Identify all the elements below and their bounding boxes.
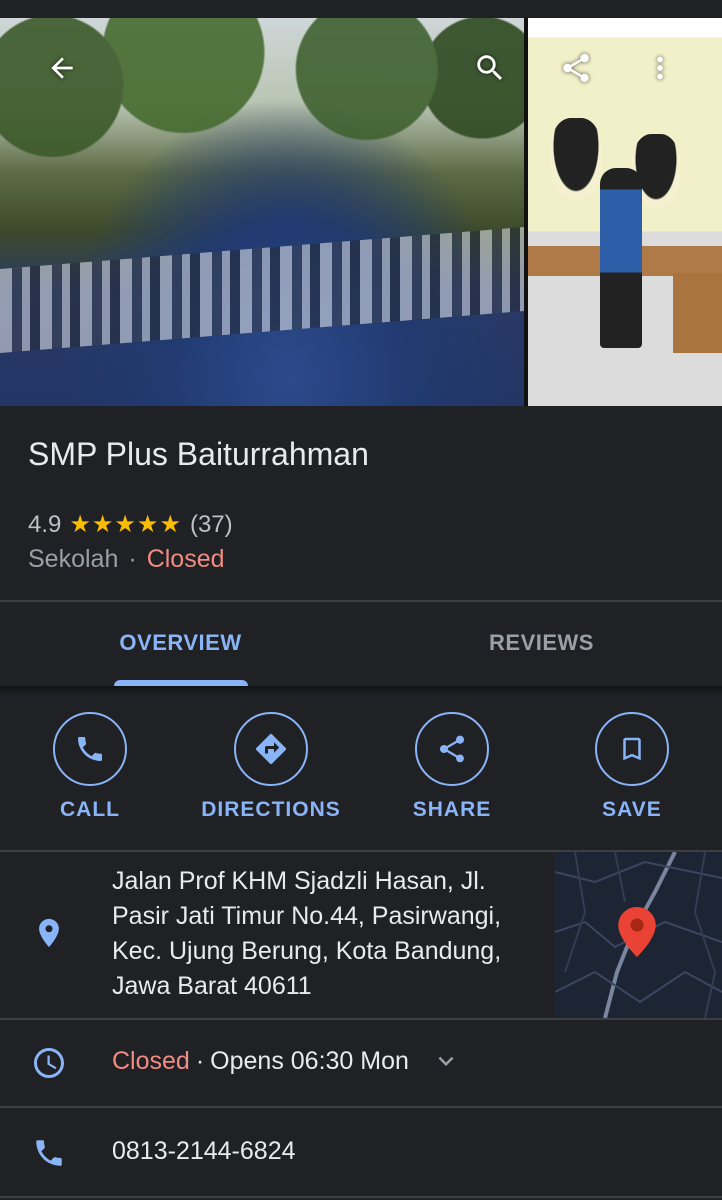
tab-bar: OVERVIEW REVIEWS [0,600,722,686]
more-vert-icon [657,56,663,80]
map-marker-icon [618,907,656,957]
open-status: Closed [146,545,225,573]
rating-value: 4.9 [28,510,62,538]
category-row: Sekolah · Closed [28,545,225,574]
separator-dot: · [128,545,137,573]
map-thumbnail[interactable] [555,852,722,1018]
place-category: Sekolah [28,545,119,573]
photo-trees [0,18,524,188]
more-options-button[interactable] [640,48,680,88]
photo-person [600,168,642,348]
photo-desk [673,273,722,353]
save-label: SAVE [602,798,662,821]
directions-button[interactable]: DIRECTIONS [181,712,361,842]
call-circle [53,712,127,786]
bookmark-icon [623,737,641,761]
place-title: SMP Plus Baiturrahman [28,436,369,472]
share-circle [415,712,489,786]
phone-icon [78,737,102,761]
share-button[interactable]: SHARE [362,712,542,842]
address-text: Jalan Prof KHM Sjadzli Hasan, Jl. Pasir … [112,867,502,1000]
tab-overview[interactable]: OVERVIEW [0,600,361,686]
directions-icon [255,733,287,765]
search-button[interactable] [470,48,510,88]
hours-opens: Opens 06:30 Mon [210,1046,409,1075]
call-button[interactable]: CALL [0,712,180,842]
location-pin-icon [26,910,72,956]
save-button[interactable]: SAVE [542,712,722,842]
hours-status: Closed [112,1046,190,1075]
arrow-back-icon [51,57,73,79]
separator-dot: · [195,1046,205,1075]
phone-number: 0813-2144-6824 [112,1137,296,1165]
clock-icon [26,1040,72,1086]
call-label: CALL [60,798,120,821]
share-label: SHARE [412,798,492,821]
share-header-button[interactable] [556,48,596,88]
tab-reviews[interactable]: REVIEWS [361,600,722,686]
tab-bar-shadow [0,686,722,696]
hours-text: Closed · Opens 06:30 Mon [112,1046,461,1076]
divider [0,1196,722,1198]
directions-circle [234,712,308,786]
photo-mural [550,118,602,198]
share-icon [563,53,589,83]
photo-gallery[interactable] [0,18,722,406]
save-circle [595,712,669,786]
search-icon [477,55,503,81]
directions-label: DIRECTIONS [201,798,341,821]
phone-icon [26,1130,72,1176]
phone-row[interactable] [0,1108,722,1200]
chevron-down-icon[interactable] [431,1046,461,1076]
rating-row[interactable]: 4.9 ★★★★★ (37) [28,510,233,539]
photo-crowd [0,227,524,353]
rating-stars: ★★★★★ [69,511,182,538]
back-button[interactable] [42,48,82,88]
review-count: (37) [189,510,233,538]
share-icon [439,735,465,763]
